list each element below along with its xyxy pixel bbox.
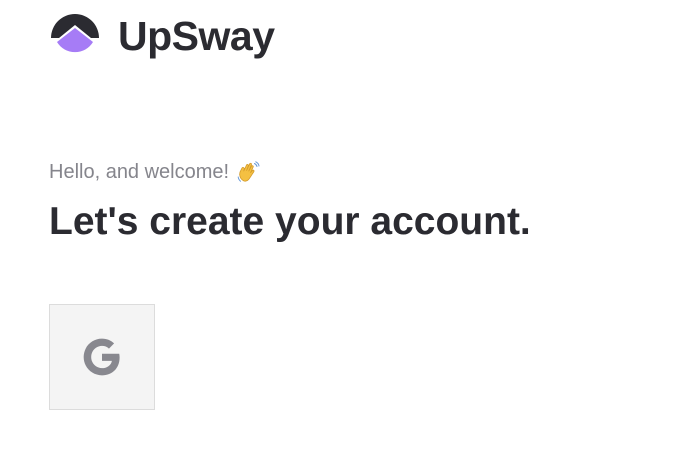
greeting-text: Hello, and welcome! [49, 161, 230, 183]
signup-page: UpSway Hello, and welcome! Let's create … [0, 0, 694, 454]
page-title: Let's create your account. [49, 200, 531, 243]
upsway-logo-icon [51, 14, 99, 53]
google-signup-button[interactable] [49, 304, 155, 410]
waving-hand-icon [237, 161, 260, 182]
logo-wordmark: UpSway [118, 13, 275, 59]
welcome-greeting: Hello, and welcome! [49, 158, 260, 186]
google-icon [83, 338, 120, 376]
upsway-logo[interactable]: UpSway [49, 11, 275, 61]
